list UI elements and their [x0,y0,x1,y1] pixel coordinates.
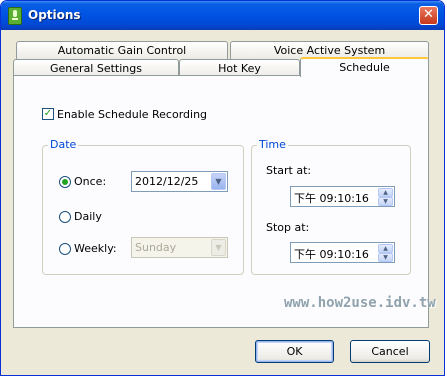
once-radio[interactable] [59,176,71,188]
enable-schedule-label[interactable]: Enable Schedule Recording [57,108,207,121]
stop-at-label: Stop at: [266,221,310,234]
close-icon: ✕ [423,7,434,22]
time-group-legend: Time [257,138,288,151]
once-date-value: 2012/12/25 [135,175,199,188]
watermark: www.how2use.idv.tw [284,295,436,311]
schedule-panel: ✓ Enable Schedule Recording Date Once: 2… [13,75,429,328]
stop-time-spinner[interactable]: 下午 09:10:16 ▲ ▼ [290,242,395,263]
cancel-button[interactable]: Cancel [350,340,430,363]
spin-up-icon[interactable]: ▲ [378,244,393,253]
ok-button[interactable]: OK [255,340,334,363]
title-bar[interactable]: Options ✕ [1,1,444,30]
date-group-legend: Date [48,138,79,151]
stop-time-value: 下午 09:10:16 [294,248,369,261]
app-icon [8,7,22,25]
once-date-dropdown[interactable]: 2012/12/25 ▼ [131,171,228,192]
tab-automatic-gain-control[interactable]: Automatic Gain Control [16,41,228,59]
close-button[interactable]: ✕ [419,6,438,25]
daily-label[interactable]: Daily [74,210,102,223]
weekly-label[interactable]: Weekly: [74,242,117,255]
spin-up-icon[interactable]: ▲ [378,188,393,197]
chevron-down-icon[interactable]: ▼ [211,173,226,190]
chevron-down-icon[interactable]: ▼ [211,239,226,256]
weekly-radio[interactable] [59,243,71,255]
start-at-label: Start at: [266,164,312,177]
weekly-day-dropdown[interactable]: Sunday ▼ [131,237,228,258]
date-group: Date Once: 2012/12/25 ▼ Daily Weekly: Su… [42,138,244,275]
window-title: Options [28,8,81,22]
spin-down-icon[interactable]: ▼ [378,197,393,206]
tab-schedule[interactable]: Schedule [300,57,429,77]
spin-down-icon[interactable]: ▼ [378,253,393,262]
enable-schedule-checkbox[interactable]: ✓ [42,108,54,120]
start-time-spinner[interactable]: 下午 09:10:16 ▲ ▼ [290,186,395,207]
weekly-day-value: Sunday [135,241,177,254]
time-group: Time Start at: 下午 09:10:16 ▲ ▼ Stop at: … [251,138,411,275]
options-dialog: Options ✕ Automatic Gain Control Voice A… [0,0,445,376]
daily-radio[interactable] [59,211,71,223]
once-label[interactable]: Once: [74,175,106,188]
start-time-value: 下午 09:10:16 [294,192,369,205]
